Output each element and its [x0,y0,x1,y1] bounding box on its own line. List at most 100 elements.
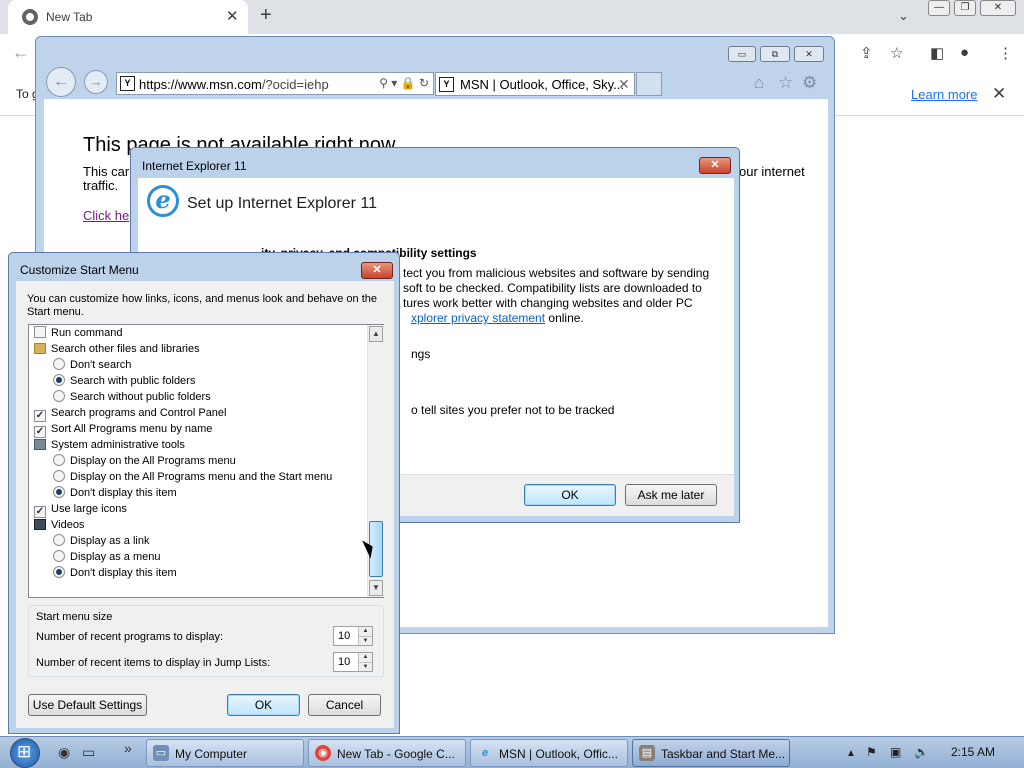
dialog-title: Customize Start Menu [20,263,139,277]
settings-desc-4: xplorer privacy statement online. [411,311,584,325]
list-item[interactable]: Display on the All Programs menu [53,454,236,470]
ok-button[interactable]: OK [227,694,300,716]
star-icon[interactable]: ☆ [890,44,903,62]
sidebar-icon[interactable]: ◧ [930,44,944,62]
radio-selected[interactable] [53,566,65,578]
taskbar-properties-icon: ▤ [639,745,655,761]
spin-up-icon[interactable]: ▲ [358,653,372,662]
dialog-close-button[interactable]: ✕ [699,157,731,174]
scroll-down-icon[interactable]: ▼ [369,580,383,596]
checkbox-checked[interactable]: ✓ [34,506,46,518]
list-item[interactable]: ✓ Use large icons [34,502,127,518]
list-item[interactable]: Don't search [53,358,131,374]
back-arrow-icon[interactable]: ← [46,67,76,97]
click-here-link[interactable]: Click he [83,208,129,223]
settings-desc-3: tures work better with changing websites… [403,296,693,310]
minimize-button[interactable]: — [928,0,950,16]
list-item-label: Search programs and Control Panel [51,407,227,419]
ok-button[interactable]: OK [524,484,616,506]
dialog-close-button[interactable]: ✕ [361,262,393,279]
radio-unselected[interactable] [53,534,65,546]
new-tab-button[interactable]: + [260,4,272,27]
quicklaunch-overflow-icon[interactable]: » [124,740,132,756]
list-item[interactable]: ✓ Search programs and Control Panel [34,406,226,422]
address-bar[interactable]: Y https://www.msn.com/?ocid=iehp ⚲ ▾ 🔒 ↻ [116,72,434,95]
chrome-quicklaunch-icon[interactable]: ◉ [58,744,70,761]
chrome-icon [22,9,38,25]
menu-icon[interactable]: ⋮ [998,44,1013,62]
taskbar-item-ie[interactable]: e MSN | Outlook, Offic... [470,739,628,767]
ie-close-button[interactable]: ✕ [794,46,824,62]
radio-selected[interactable] [53,374,65,386]
list-item[interactable]: Search with public folders [53,374,195,390]
list-item[interactable]: Display as a menu [53,550,161,566]
list-item[interactable]: Search without public folders [53,390,211,406]
taskbar-item-chrome[interactable]: ◉ New Tab - Google C... [308,739,466,767]
msn-favicon-icon: Y [439,77,454,92]
clock[interactable]: 2:15 AM [951,745,995,759]
close-tab-icon[interactable]: ✕ [226,7,239,25]
ie-maximize-button[interactable]: ⧉ [760,46,790,62]
radio-selected[interactable] [53,486,65,498]
privacy-statement-link[interactable]: xplorer privacy statement [411,311,545,325]
recent-programs-stepper[interactable]: 10 ▲ ▼ [333,626,373,646]
radio-unselected[interactable] [53,390,65,402]
ie-tab-title: MSN | Outlook, Office, Sky... [460,77,624,92]
list-item[interactable]: Don't display this item [53,486,177,502]
checkbox-checked[interactable]: ✓ [34,426,46,438]
list-item-label: Display on the All Programs menu and the… [70,471,333,483]
address-tools-icon[interactable]: ⚲ ▾ 🔒 ↻ [379,76,429,90]
home-icon[interactable]: ⌂ [754,73,764,93]
ie-minimize-button[interactable]: ▭ [728,46,756,62]
forward-arrow-icon[interactable]: → [84,70,108,94]
scroll-up-icon[interactable]: ▲ [369,326,383,342]
list-item[interactable]: Don't display this item [53,566,177,582]
ask-me-later-button[interactable]: Ask me later [625,484,717,506]
gear-icon[interactable]: ⚙ [802,73,817,93]
flag-icon[interactable]: ⚑ [866,745,877,759]
close-tab-icon[interactable]: ✕ [618,76,630,93]
list-item[interactable]: Display on the All Programs menu and the… [53,470,332,486]
ie-tab-msn[interactable]: Y MSN | Outlook, Office, Sky... ✕ [435,72,635,96]
list-item-label: Display on the All Programs menu [70,455,236,467]
spin-down-icon[interactable]: ▼ [358,662,372,671]
profile-icon[interactable]: ● [960,44,969,61]
desktop-quicklaunch-icon[interactable]: ▭ [82,744,95,761]
spin-up-icon[interactable]: ▲ [358,627,372,636]
close-window-button[interactable]: ✕ [980,0,1016,16]
do-not-track-label: o tell sites you prefer not to be tracke… [411,403,615,417]
tray-overflow-icon[interactable]: ▲ [846,748,856,759]
radio-unselected[interactable] [53,454,65,466]
dialog-description: You can customize how links, icons, and … [27,293,377,318]
favorites-star-icon[interactable]: ☆ [778,73,793,93]
list-item[interactable]: Run command [34,326,123,342]
list-item-label: Search without public folders [70,391,211,403]
list-item[interactable]: Display as a link [53,534,149,550]
share-icon[interactable]: ⇪ [860,44,873,62]
taskbar-item-taskbar-start-menu[interactable]: ▤ Taskbar and Start Me... [632,739,790,767]
volume-icon[interactable]: 🔈 [914,745,929,759]
recent-items-stepper[interactable]: 10 ▲ ▼ [333,652,373,672]
folder-icon [34,343,46,354]
checkbox-unchecked[interactable] [34,326,46,338]
use-default-settings-button[interactable]: Use Default Settings [28,694,147,716]
infobar-close-icon[interactable]: ✕ [992,84,1006,104]
checkbox-checked[interactable]: ✓ [34,410,46,422]
list-item[interactable]: ✓ Sort All Programs menu by name [34,422,212,438]
start-menu-options-list[interactable]: ▲ ▼ Run command Search other files and li… [28,324,384,598]
start-button[interactable] [10,738,40,768]
cancel-button[interactable]: Cancel [308,694,381,716]
learn-more-link[interactable]: Learn more [911,87,977,102]
back-arrow-icon[interactable]: ← [12,42,30,63]
spin-down-icon[interactable]: ▼ [358,636,372,645]
network-icon[interactable]: ▣ [890,745,901,759]
ie-new-tab-button[interactable] [636,72,662,96]
taskbar-item-my-computer[interactable]: ▭ My Computer [146,739,304,767]
chevron-down-icon[interactable]: ⌄ [898,8,909,24]
chrome-tab-new-tab[interactable]: New Tab ✕ [8,0,248,34]
restore-button[interactable]: ❐ [954,0,976,16]
settings-desc-2: soft to be checked. Compatibility lists … [403,281,702,295]
radio-unselected[interactable] [53,550,65,562]
radio-unselected[interactable] [53,358,65,370]
radio-unselected[interactable] [53,470,65,482]
